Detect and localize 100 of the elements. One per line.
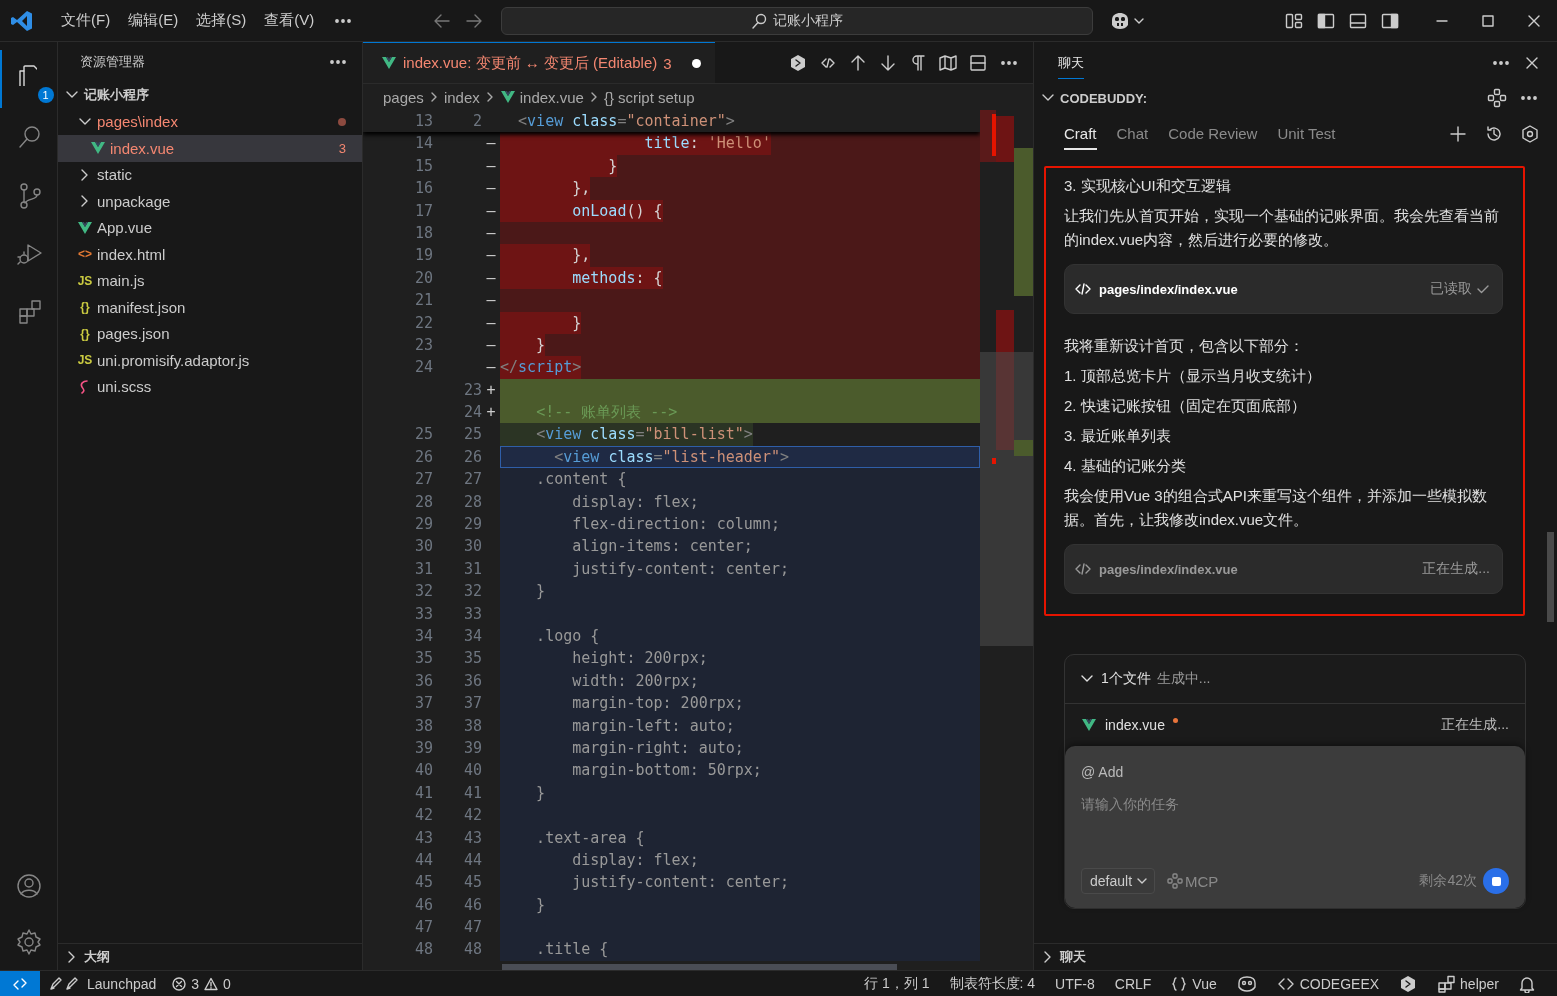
- file-card[interactable]: pages/index/index.vue 正在生成...: [1064, 544, 1503, 594]
- tree-item[interactable]: 记账小程序: [58, 82, 362, 109]
- line-number: 27: [413, 469, 433, 491]
- line-number: 33: [413, 603, 433, 625]
- vscode-logo-icon[interactable]: [10, 8, 34, 33]
- menu-item[interactable]: 文件(F): [53, 7, 119, 34]
- scrollbar[interactable]: [502, 964, 897, 970]
- mode-tab[interactable]: Unit Test: [1277, 118, 1336, 150]
- breadcrumb-item[interactable]: pages: [383, 88, 424, 106]
- status-item[interactable]: 行 1，列 1: [856, 974, 938, 993]
- tree-item[interactable]: static: [58, 161, 362, 188]
- tree-item[interactable]: uni.scss: [58, 373, 362, 400]
- tree-item[interactable]: JS uni.promisify.adaptor.js: [58, 347, 362, 374]
- tree-item[interactable]: pages\index: [58, 108, 362, 135]
- diff-marker: —: [485, 245, 497, 267]
- arrow-up-icon[interactable]: [849, 53, 867, 72]
- layout-icon[interactable]: [1285, 11, 1303, 30]
- panel-tab[interactable]: 聊天: [1058, 47, 1084, 79]
- js-file-icon: JS: [77, 273, 93, 288]
- status-item[interactable]: CRLF: [1106, 975, 1160, 992]
- code-icon: [1075, 281, 1091, 297]
- bell-icon[interactable]: [1519, 974, 1535, 993]
- problem-dot: [338, 117, 346, 126]
- item-label: pages.json: [97, 325, 170, 343]
- pilcrow-icon[interactable]: [909, 53, 927, 72]
- search-field[interactable]: 记账小程序: [501, 6, 1094, 35]
- line-number: 35: [462, 648, 482, 670]
- mode-tab[interactable]: Craft: [1064, 118, 1097, 150]
- map-icon[interactable]: [939, 53, 957, 72]
- language-button[interactable]: Vue: [1163, 975, 1225, 992]
- copilot-icon[interactable]: [1236, 974, 1257, 993]
- line-number: 25: [413, 424, 433, 446]
- codegeex-icon[interactable]: [789, 53, 807, 72]
- menu-item[interactable]: 编辑(E): [120, 7, 187, 34]
- toggle-secondary-sidebar-icon[interactable]: [1381, 11, 1399, 30]
- line-number: 38: [413, 715, 433, 737]
- menu-item[interactable]: 查看(V): [256, 7, 323, 34]
- js-file-icon: JS: [77, 353, 93, 368]
- message-text: 我会使用Vue 3的组合式API来重写这个组件，并添加一些模拟数据。首先，让我修改index.vue文件。: [1064, 486, 1488, 530]
- arrow-down-icon[interactable]: [879, 53, 897, 72]
- line-number: 33: [462, 603, 482, 625]
- diff-marker: —: [485, 200, 497, 222]
- file-card[interactable]: pages/index/index.vue 已读取: [1064, 264, 1503, 314]
- mode-tab[interactable]: Code Review: [1168, 118, 1258, 150]
- close-icon[interactable]: [1525, 56, 1539, 70]
- status-item[interactable]: UTF-8: [1047, 975, 1103, 992]
- tree-item[interactable]: <> index.html: [58, 241, 362, 268]
- problems-button[interactable]: 3 0: [164, 975, 239, 992]
- tree-item[interactable]: {} pages.json: [58, 320, 362, 347]
- diff-marker: +: [485, 402, 497, 424]
- toggle-panel-icon[interactable]: [1349, 11, 1367, 30]
- split-icon[interactable]: [969, 53, 987, 72]
- file-status: 正在生成...: [1422, 560, 1490, 578]
- menu-item[interactable]: 选择(S): [188, 7, 255, 34]
- line-number: 29: [413, 514, 433, 536]
- tree-item[interactable]: unpackage: [58, 188, 362, 215]
- editor-tab[interactable]: index.vue: 变更前 ↔ 变更后 (Editable) 3: [363, 42, 715, 83]
- model-dropdown[interactable]: default: [1081, 868, 1156, 894]
- error-icon: [172, 976, 187, 991]
- breadcrumb-item[interactable]: index.vue: [519, 88, 584, 106]
- account-icon[interactable]: [14, 872, 43, 900]
- tree-item[interactable]: {} manifest.json: [58, 294, 362, 321]
- scrollbar[interactable]: [1547, 532, 1554, 622]
- stop-button[interactable]: [1483, 868, 1509, 894]
- line-number: 42: [413, 805, 433, 827]
- files-panel-header[interactable]: 1个文件 生成中...: [1065, 655, 1525, 704]
- line-number: 46: [413, 894, 433, 916]
- file-status: 已读取: [1430, 280, 1472, 298]
- line-number: 35: [413, 648, 433, 670]
- line-number: 47: [413, 917, 433, 939]
- status-item[interactable]: 制表符长度: 4: [941, 974, 1044, 993]
- add-context-button[interactable]: @ Add: [1081, 760, 1124, 784]
- history-icon[interactable]: [1485, 125, 1503, 143]
- tree-item[interactable]: index.vue 3: [58, 135, 362, 162]
- launchpad-button[interactable]: Launchpad: [40, 975, 165, 992]
- line-number: 21: [413, 290, 433, 312]
- line-number: 39: [462, 737, 482, 759]
- mode-tab[interactable]: Chat: [1116, 118, 1149, 150]
- line-number: 42: [462, 805, 482, 827]
- settings-icon[interactable]: [1521, 125, 1539, 143]
- toggle-sidebar-icon[interactable]: [1317, 11, 1335, 30]
- helper-button[interactable]: helper: [1429, 974, 1507, 993]
- codegeex-button[interactable]: CODEGEEX: [1268, 975, 1388, 992]
- item-label: index.vue: [110, 139, 175, 157]
- line-number: 23: [413, 334, 433, 356]
- plus-icon[interactable]: [1449, 125, 1467, 143]
- tree-item[interactable]: JS main.js: [58, 267, 362, 294]
- tree-item[interactable]: App.vue: [58, 214, 362, 241]
- line-number: 16: [413, 178, 433, 200]
- hexagon-icon[interactable]: [1399, 974, 1418, 993]
- message-text: 1. 顶部总览卡片（显示当月收支统计）: [1064, 366, 1322, 386]
- breadcrumb-item[interactable]: index: [443, 88, 480, 106]
- settings-icon[interactable]: [14, 928, 43, 956]
- line-number: 28: [462, 491, 482, 513]
- task-input[interactable]: 请输入你的任务: [1081, 788, 1509, 820]
- file-name[interactable]: index.vue: [1105, 717, 1165, 733]
- extensions-icon: [1437, 974, 1456, 993]
- breadcrumb-item[interactable]: script setup: [618, 88, 695, 106]
- line-number: 26: [462, 446, 482, 468]
- mcp-icon[interactable]: [1487, 88, 1507, 108]
